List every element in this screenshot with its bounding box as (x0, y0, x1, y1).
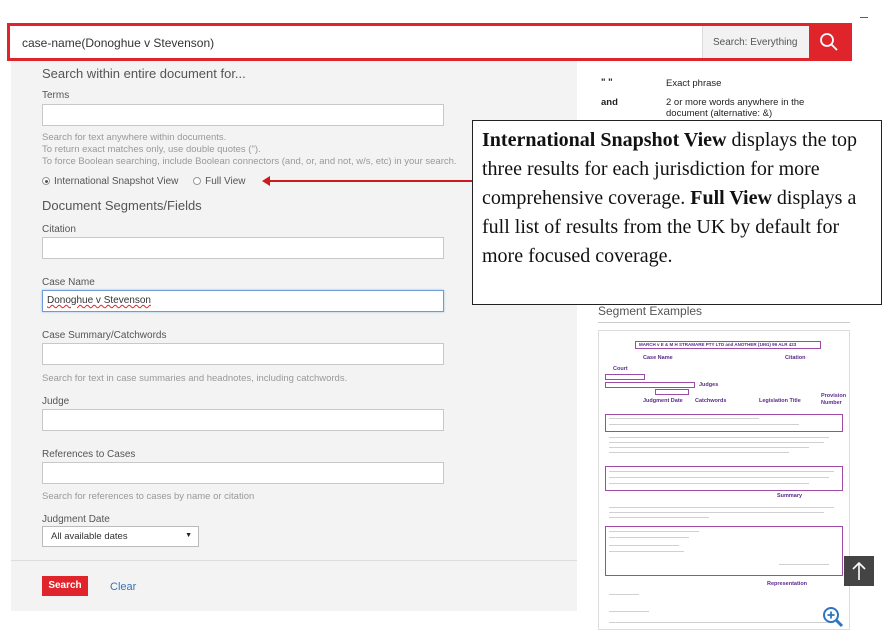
terms-hint-line-3: To force Boolean searching, include Bool… (42, 156, 457, 167)
text-line (609, 477, 829, 478)
section-heading: Search within entire document for... (42, 66, 246, 81)
date-box (655, 389, 689, 395)
search-submit-button[interactable] (809, 26, 849, 58)
judge-input[interactable] (42, 409, 444, 431)
text-line (779, 564, 829, 565)
label-representation: Representation (767, 581, 808, 587)
search-bar: case-name(Donoghue v Stevenson) Search: … (7, 23, 852, 61)
references-hint: Search for references to cases by name o… (42, 491, 255, 502)
scroll-to-top-button[interactable] (844, 556, 874, 586)
label-judgment-date: Judgment Date (643, 398, 683, 404)
terms-hint-line-2: To return exact matches only, use double… (42, 144, 261, 155)
help-text-exact: Exact phrase (666, 78, 722, 89)
callout-term-full: Full View (690, 187, 772, 209)
help-symbol-quotes: " " (601, 77, 613, 88)
label-case-name: Case Name (643, 355, 673, 361)
text-line (609, 442, 824, 443)
summary-input[interactable] (42, 343, 444, 365)
terms-input[interactable] (42, 104, 444, 126)
citation-label: Citation (42, 224, 76, 235)
label-judges: Judges (699, 382, 719, 388)
text-line (609, 537, 689, 538)
terms-label: Terms (42, 90, 70, 101)
view-option-international[interactable]: International Snapshot View (54, 176, 178, 187)
references-input[interactable] (42, 462, 444, 484)
terms-hint: Search for text anywhere within document… (42, 132, 457, 168)
view-toggle: International Snapshot View Full View (42, 176, 246, 187)
label-summary: Summary (777, 493, 803, 499)
summary-hint: Search for text in case summaries and he… (42, 373, 348, 384)
caret-down-icon: ▼ (185, 532, 192, 539)
references-label: References to Cases (42, 449, 136, 460)
case-name-value: Donoghue v Stevenson (47, 295, 151, 306)
judgment-date-value: All available dates (51, 531, 128, 542)
label-provision: Provision Number (821, 393, 847, 406)
search-scope-dropdown[interactable]: Search: Everything (702, 26, 812, 58)
text-line (609, 418, 759, 419)
text-line (609, 594, 639, 595)
segment-examples-rule (598, 322, 850, 323)
zoom-in-icon (823, 607, 844, 628)
catchwords-box (605, 414, 843, 432)
text-line (609, 531, 699, 532)
form-divider (11, 560, 577, 561)
judgment-date-select[interactable]: All available dates ▼ (42, 526, 199, 547)
text-line (609, 611, 649, 612)
judge-label: Judge (42, 396, 70, 407)
segments-heading: Document Segments/Fields (42, 198, 202, 213)
help-text-and: 2 or more words anywhere in the document… (666, 97, 805, 119)
arrow-up-icon (852, 561, 866, 580)
search-button[interactable]: Search (42, 576, 88, 596)
sample-title: MARCH v E & M H STRAMARE PTY LTD and ANO… (639, 342, 797, 347)
view-option-full[interactable]: Full View (205, 176, 245, 187)
label-court: Court (613, 366, 628, 372)
text-line (609, 551, 684, 552)
text-line (609, 424, 799, 425)
view-explanation-callout: International Snapshot View displays the… (472, 120, 882, 305)
case-name-input[interactable]: Donoghue v Stevenson (42, 290, 444, 312)
text-line (609, 622, 834, 623)
segment-examples-image: MARCH v E & M H STRAMARE PTY LTD and ANO… (598, 330, 850, 630)
judgment-date-label: Judgment Date (42, 514, 110, 525)
top-accent-line (860, 17, 868, 18)
text-line (609, 452, 789, 453)
text-line (609, 512, 824, 513)
citation-input[interactable] (42, 237, 444, 259)
label-citation: Citation (785, 355, 806, 361)
search-icon (820, 33, 838, 51)
text-line (609, 447, 809, 448)
radio-full-view[interactable] (193, 177, 202, 185)
summary-box (605, 466, 843, 491)
text-line (609, 545, 679, 546)
segment-examples-title: Segment Examples (598, 304, 703, 318)
label-catchwords: Catchwords (695, 398, 727, 404)
text-line (609, 507, 834, 508)
callout-term-international: International Snapshot View (482, 129, 727, 151)
radio-international-snapshot[interactable] (42, 177, 50, 185)
help-symbol-and: and (601, 97, 618, 108)
annotation-arrow-head (262, 176, 270, 186)
text-line (609, 437, 829, 438)
page: case-name(Donoghue v Stevenson) Search: … (0, 0, 884, 630)
text-line (609, 471, 834, 472)
text-line (609, 517, 709, 518)
text-line (609, 483, 809, 484)
clear-button[interactable]: Clear (110, 581, 136, 593)
court-box (605, 374, 645, 380)
judges-box (605, 382, 695, 388)
search-input[interactable]: case-name(Donoghue v Stevenson) (16, 30, 702, 56)
case-name-label: Case Name (42, 277, 95, 288)
zoom-in-button[interactable] (822, 606, 844, 630)
annotation-arrow-line (268, 180, 474, 182)
label-legislation: Legislation Title (759, 398, 801, 404)
terms-hint-line-1: Search for text anywhere within document… (42, 132, 227, 143)
summary-label: Case Summary/Catchwords (42, 330, 167, 341)
